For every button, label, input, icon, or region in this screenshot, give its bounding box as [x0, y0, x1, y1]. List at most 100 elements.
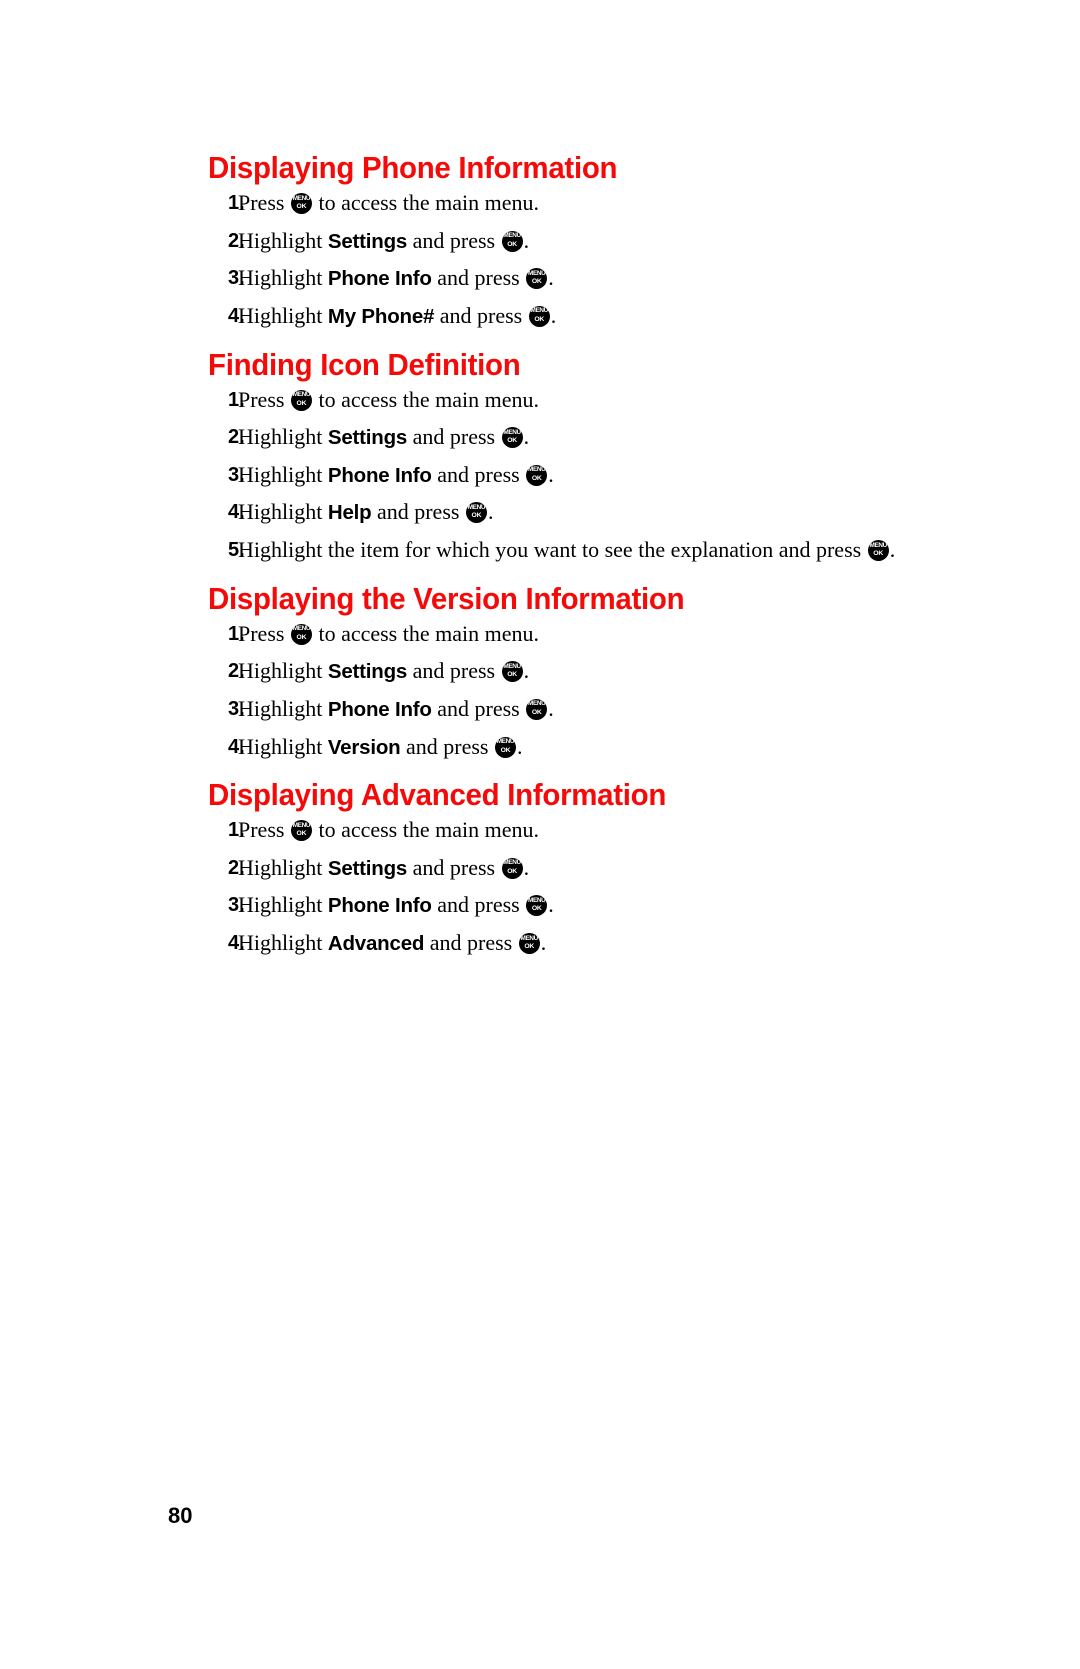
instruction-text: .: [523, 854, 530, 880]
menu-key-top-label: MENU: [292, 194, 311, 202]
menu-key-top-label: MENU: [503, 232, 521, 240]
menu-key-top-label: MENU: [528, 700, 546, 708]
instruction-text: Highlight the item for which you want to…: [238, 537, 867, 563]
step-text: Highlight Settings and press MENU OK.: [238, 658, 529, 683]
step-text: Press MENU OK to access the main menu.: [238, 387, 539, 412]
menu-ok-key-icon: MENU OK: [501, 427, 523, 449]
instruction-text: Press: [238, 620, 290, 646]
menu-key-bottom-label: OK: [507, 240, 517, 248]
step-number: 1.: [228, 819, 245, 842]
menu-key-bottom-label: OK: [531, 278, 542, 286]
instruction-text: and press: [434, 302, 528, 328]
section: Finding Icon Definition 1. Press MENU OK to…: [208, 349, 908, 565]
step-text: Press MENU OK to access the main menu.: [238, 190, 539, 215]
menu-key-top-label: MENU: [503, 662, 521, 670]
step-item: 5. Highlight the item for which you want …: [208, 536, 908, 565]
step-item: 4. Highlight My Phone# and press MENU OK.: [208, 302, 908, 331]
menu-key-top-label: MENU: [869, 541, 887, 549]
menu-key-top-label: MENU: [528, 896, 546, 904]
instruction-text: and press: [431, 695, 526, 721]
menu-ok-key-icon: MENU OK: [501, 661, 523, 683]
step-number: 1.: [228, 388, 245, 411]
menu-item-name: Phone Info: [327, 267, 432, 291]
step-number: 3.: [228, 697, 245, 720]
menu-item-name: Phone Info: [327, 697, 432, 721]
instruction-text: .: [487, 499, 494, 525]
step-number: 4.: [228, 932, 245, 955]
step-text: Highlight Phone Info and press MENU OK.: [238, 696, 554, 721]
menu-key-top-label: MENU: [528, 466, 546, 474]
menu-key-bottom-label: OK: [507, 867, 517, 875]
menu-key-top-label: MENU: [292, 821, 311, 829]
instruction-text: Highlight: [238, 892, 328, 918]
page-content: Displaying Phone Information 1. Press MENU…: [208, 152, 908, 976]
menu-ok-key-icon: MENU OK: [465, 502, 487, 524]
step-list: 1. Press MENU OK to access the main menu. 2…: [208, 386, 908, 565]
instruction-text: and press: [407, 227, 501, 253]
instruction-text: and press: [371, 499, 465, 525]
menu-key-bottom-label: OK: [534, 315, 545, 323]
step-text: Highlight Help and press MENU OK.: [238, 499, 493, 524]
step-text: Highlight Advanced and press MENU OK.: [238, 930, 546, 955]
instruction-text: Highlight: [238, 930, 328, 956]
step-number: 4.: [228, 304, 245, 327]
step-text: Highlight Phone Info and press MENU OK.: [238, 265, 554, 290]
menu-item-name: Phone Info: [327, 463, 432, 487]
step-text: Highlight My Phone# and press MENU OK.: [238, 303, 556, 328]
instruction-text: .: [523, 424, 530, 450]
step-number: 2.: [228, 229, 245, 252]
menu-key-top-label: MENU: [292, 625, 311, 633]
step-item: 4. Highlight Advanced and press MENU OK.: [208, 929, 908, 958]
instruction-text: .: [548, 892, 554, 918]
page-number: 80: [168, 1503, 193, 1528]
menu-key-bottom-label: OK: [531, 474, 542, 482]
step-number: 1.: [228, 192, 245, 214]
menu-key-top-label: MENU: [530, 307, 549, 315]
menu-key-top-label: MENU: [503, 859, 521, 867]
instruction-text: and press: [407, 854, 501, 880]
instruction-text: Highlight: [238, 658, 328, 684]
menu-item-name: Settings: [327, 660, 408, 684]
menu-ok-key-icon: MENU OK: [526, 895, 548, 917]
menu-item-name: Settings: [327, 426, 408, 450]
step-text: Highlight Phone Info and press MENU OK.: [238, 462, 554, 487]
instruction-text: and press: [431, 265, 526, 291]
instruction-text: .: [550, 302, 557, 328]
step-item: 2. Highlight Settings and press MENU OK.: [208, 423, 908, 452]
menu-ok-key-icon: MENU OK: [290, 389, 312, 411]
step-list: 1. Press MENU OK to access the main menu. 2…: [208, 620, 908, 762]
step-item: 3. Highlight Phone Info and press MENU OK.: [208, 461, 908, 490]
step-item: 4. Highlight Version and press MENU OK.: [208, 733, 908, 762]
step-item: 3. Highlight Phone Info and press MENU OK.: [208, 891, 908, 920]
step-number: 2.: [228, 660, 245, 683]
instruction-text: .: [889, 537, 896, 563]
instruction-text: and press: [407, 658, 501, 684]
step-item: 1. Press MENU OK to access the main menu.: [208, 386, 908, 415]
instruction-text: and press: [431, 892, 526, 918]
instruction-text: and press: [424, 930, 518, 956]
menu-ok-key-icon: MENU OK: [526, 464, 548, 486]
instruction-text: Highlight: [238, 695, 328, 721]
menu-key-bottom-label: OK: [296, 399, 307, 407]
menu-item-name: My Phone#: [327, 304, 435, 328]
step-number: 4.: [228, 735, 245, 758]
step-text: Highlight Version and press MENU OK.: [238, 734, 523, 759]
instruction-text: .: [523, 658, 530, 684]
section-heading: Finding Icon Definition: [208, 346, 521, 382]
step-text: Highlight Settings and press MENU OK.: [238, 855, 529, 880]
menu-key-bottom-label: OK: [507, 671, 517, 679]
menu-item-name: Phone Info: [327, 894, 432, 918]
instruction-text: Highlight: [238, 227, 328, 253]
menu-key-bottom-label: OK: [296, 830, 307, 838]
menu-ok-key-icon: MENU OK: [528, 305, 550, 327]
menu-key-bottom-label: OK: [524, 943, 535, 951]
step-item: 4. Highlight Help and press MENU OK.: [208, 498, 908, 527]
step-list: 1. Press MENU OK to access the main menu. 2…: [208, 189, 908, 331]
menu-key-top-label: MENU: [520, 934, 539, 942]
step-item: 3. Highlight Phone Info and press MENU OK.: [208, 264, 908, 293]
instruction-text: and press: [407, 424, 501, 450]
menu-ok-key-icon: MENU OK: [518, 933, 540, 955]
step-text: Highlight Settings and press MENU OK.: [238, 228, 529, 253]
step-item: 2. Highlight Settings and press MENU OK.: [208, 854, 908, 883]
instruction-text: and press: [431, 461, 526, 487]
